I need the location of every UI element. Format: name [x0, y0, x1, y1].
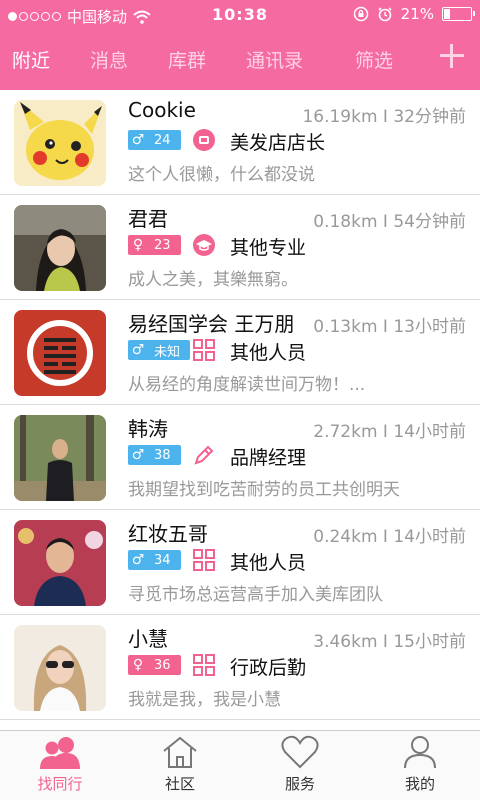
male-icon: ♂	[131, 447, 145, 463]
avatar	[14, 205, 106, 291]
status-bar: 中国移动 10:38 21%	[0, 0, 480, 32]
tab-nearby[interactable]: 附近	[12, 46, 50, 73]
job-title: 美发店店长	[230, 132, 326, 154]
distance-time: 0.18km I 54分钟前	[313, 212, 466, 232]
grid-icon	[193, 339, 215, 361]
heart-icon	[281, 735, 319, 769]
job-title: 其他专业	[230, 237, 307, 259]
distance-time: 2.72km I 14小时前	[313, 422, 466, 442]
tab-messages[interactable]: 消息	[90, 46, 128, 73]
battery-icon	[442, 7, 475, 21]
signature: 我期望找到吃苦耐劳的员工共创明天	[128, 480, 400, 500]
signature: 从易经的角度解读世间万物！...	[128, 375, 366, 395]
top-nav: 附近 消息 库群 通讯录 筛选	[0, 32, 480, 90]
signature: 我就是我，我是小慧	[128, 690, 281, 710]
distance-time: 16.19km I 32分钟前	[302, 107, 466, 127]
tab-groups[interactable]: 库群	[168, 46, 206, 73]
tab-label: 服务	[284, 775, 315, 793]
gender-age-badge: ♀ 36	[128, 655, 181, 675]
job-title: 其他人员	[230, 342, 307, 364]
tab-community[interactable]: 社区	[130, 735, 230, 794]
list-item[interactable]: 红妆五哥 0.24km I 14小时前 ♂ 34 其他人员 寻觅市场总运营高手加入…	[0, 510, 480, 615]
avatar	[14, 100, 106, 186]
tab-label: 我的	[404, 775, 435, 793]
list-item[interactable]: 小慧 3.46km I 15小时前 ♀ 36 行政后勤 我就是我，我是小慧	[0, 615, 480, 720]
tab-label: 社区	[164, 775, 195, 793]
job-title: 行政后勤	[230, 657, 307, 679]
pencil-icon	[194, 445, 214, 465]
distance-time: 3.46km I 15小时前	[313, 632, 466, 652]
female-icon: ♀	[132, 657, 144, 673]
person-icon	[404, 736, 436, 769]
rotation-lock-icon	[353, 6, 368, 22]
signature: 寻觅市场总运营高手加入美库团队	[128, 585, 383, 605]
signature: 这个人很懒，什么都没说	[128, 165, 315, 185]
avatar	[14, 520, 106, 606]
distance-time: 0.13km I 13小时前	[313, 317, 466, 337]
male-icon: ♂	[131, 342, 145, 358]
bottom-tab-bar: 找同行 社区 服务 我的	[0, 730, 480, 800]
list-item[interactable]: 韩涛 2.72km I 14小时前 ♂ 38 品牌经理 我期望找到吃苦耐劳的员工共…	[0, 405, 480, 510]
barber-icon	[193, 129, 215, 151]
gender-age-badge: ♀ 23	[128, 235, 181, 255]
user-name: Cookie	[128, 98, 196, 122]
alarm-icon	[378, 7, 392, 22]
distance-time: 0.24km I 14小时前	[313, 527, 466, 547]
avatar	[14, 625, 106, 711]
list-item[interactable]: Cookie 16.19km I 32分钟前 ♂ 24 美发店店长 这个人很懒，什…	[0, 90, 480, 195]
grid-icon	[193, 549, 215, 571]
tab-label: 找同行	[37, 775, 83, 793]
user-name: 红妆五哥	[128, 522, 208, 546]
add-icon[interactable]	[438, 42, 466, 70]
avatar	[14, 415, 106, 501]
tab-contacts[interactable]: 通讯录	[246, 46, 303, 73]
user-name: 君君	[128, 207, 168, 231]
job-title: 品牌经理	[230, 447, 307, 469]
male-icon: ♂	[131, 132, 145, 148]
gender-age-badge: ♂ 未知	[128, 340, 191, 360]
status-right: 21%	[353, 5, 475, 23]
grid-icon	[193, 654, 215, 676]
gender-age-badge: ♂ 38	[128, 445, 181, 465]
tab-find-peers[interactable]: 找同行	[10, 735, 110, 794]
battery-label: 21%	[400, 5, 434, 23]
list-item[interactable]: 君君 0.18km I 54分钟前 ♀ 23 其他专业 成人之美，其樂無窮。	[0, 195, 480, 300]
gender-age-badge: ♂ 24	[128, 130, 181, 150]
tab-services[interactable]: 服务	[250, 735, 350, 794]
user-name: 韩涛	[128, 417, 168, 441]
tab-mine[interactable]: 我的	[370, 735, 470, 794]
user-name: 易经国学会 王万朋	[128, 312, 295, 336]
user-name: 小慧	[128, 627, 168, 651]
gender-age-badge: ♂ 34	[128, 550, 181, 570]
signature: 成人之美，其樂無窮。	[128, 270, 298, 290]
avatar	[14, 310, 106, 396]
user-list: Cookie 16.19km I 32分钟前 ♂ 24 美发店店长 这个人很懒，什…	[0, 90, 480, 730]
male-icon: ♂	[131, 552, 145, 568]
people-icon	[40, 737, 80, 769]
list-item[interactable]: 易经国学会 王万朋 0.13km I 13小时前 ♂ 未知 其他人员 从易经的角度…	[0, 300, 480, 405]
house-icon	[163, 736, 197, 768]
tab-filter[interactable]: 筛选	[355, 46, 393, 73]
female-icon: ♀	[132, 237, 144, 253]
graduation-cap-icon	[193, 234, 215, 256]
job-title: 其他人员	[230, 552, 307, 574]
